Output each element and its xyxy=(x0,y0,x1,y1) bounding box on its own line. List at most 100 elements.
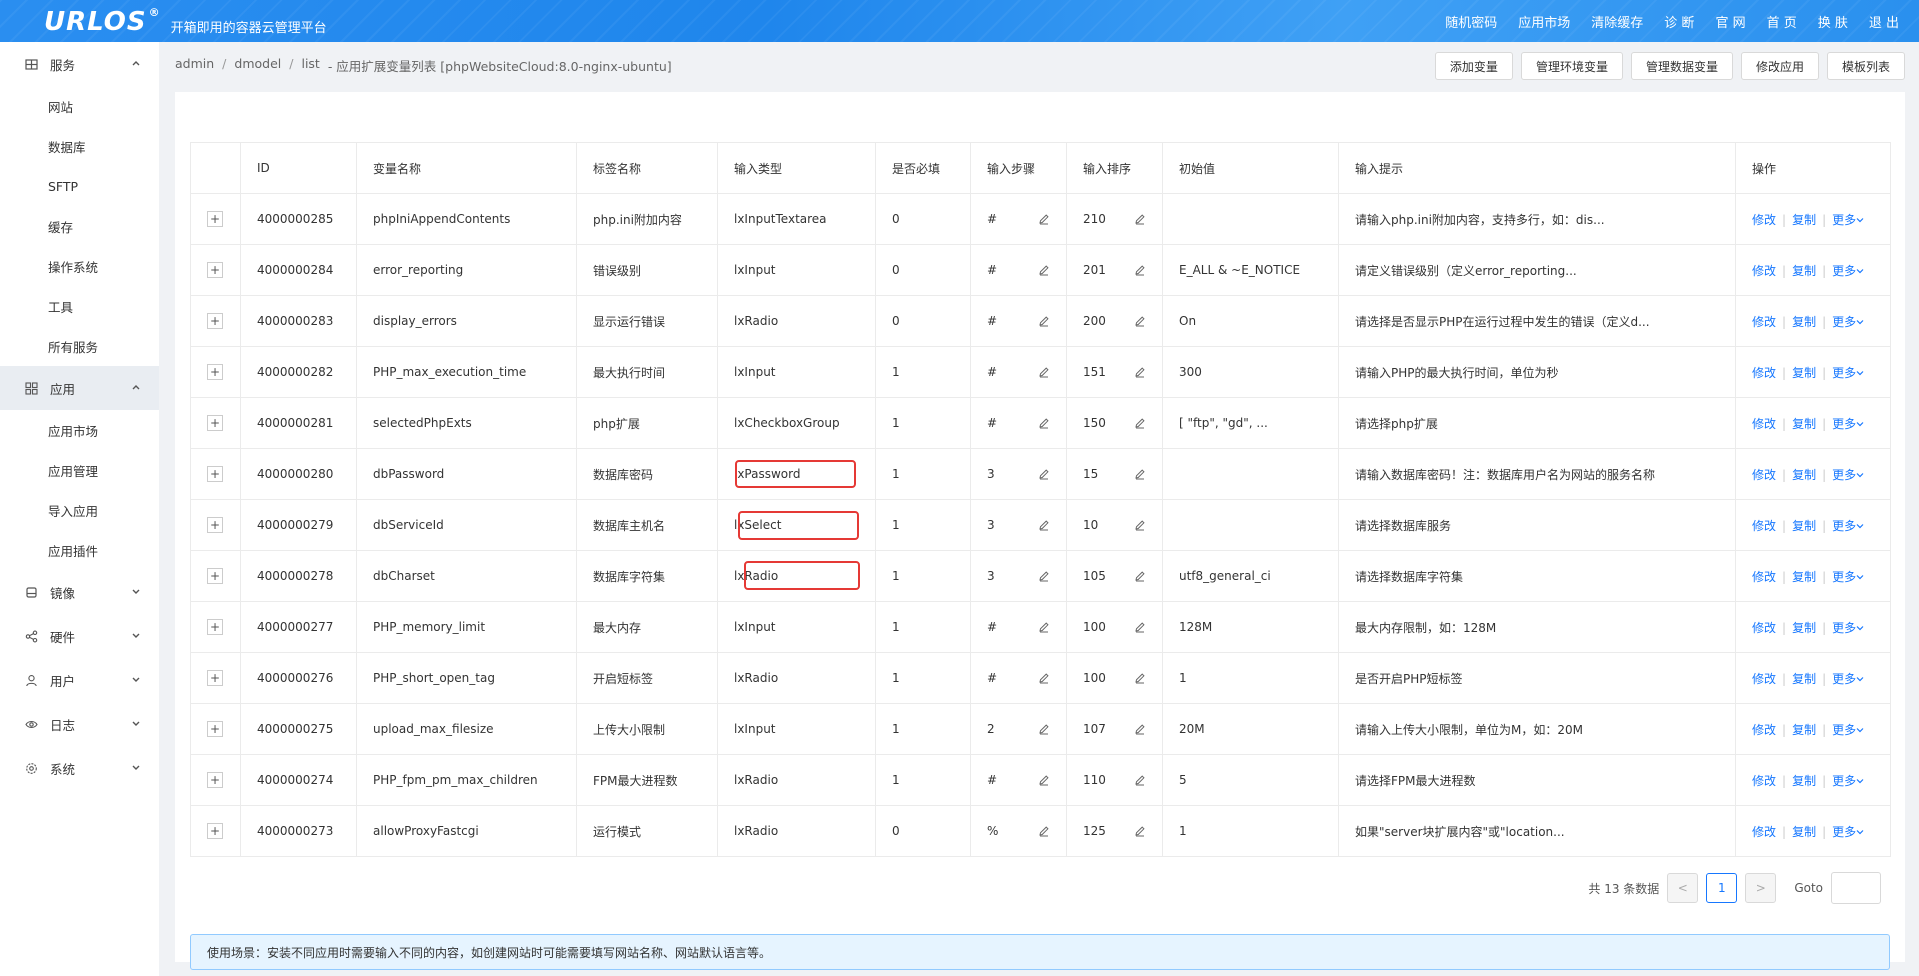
edit-link[interactable]: 修改 xyxy=(1752,825,1776,839)
more-dropdown[interactable]: 更多 xyxy=(1832,519,1864,533)
copy-link[interactable]: 复制 xyxy=(1792,825,1816,839)
sidebar-item-sftp[interactable]: SFTP xyxy=(0,166,159,206)
edit-pencil-icon[interactable] xyxy=(1134,774,1146,786)
expand-row-button[interactable]: + xyxy=(207,823,223,839)
more-dropdown[interactable]: 更多 xyxy=(1832,723,1864,737)
edit-pencil-icon[interactable] xyxy=(1134,315,1146,327)
page-button-1[interactable]: 1 xyxy=(1706,873,1738,903)
expand-row-button[interactable]: + xyxy=(207,313,223,329)
copy-link[interactable]: 复制 xyxy=(1792,570,1816,584)
edit-pencil-icon[interactable] xyxy=(1134,213,1146,225)
edit-pencil-icon[interactable] xyxy=(1134,417,1146,429)
sidebar-item-app-plugin[interactable]: 应用插件 xyxy=(0,530,159,570)
urlos-logo[interactable]: URLOS ® xyxy=(44,6,161,37)
nav-home[interactable]: 首 页 xyxy=(1767,12,1797,31)
edit-pencil-icon[interactable] xyxy=(1134,621,1146,633)
goto-page-input[interactable] xyxy=(1831,872,1881,904)
sidebar-item-os[interactable]: 操作系统 xyxy=(0,246,159,286)
next-page-button[interactable]: > xyxy=(1745,873,1777,903)
edit-pencil-icon[interactable] xyxy=(1134,366,1146,378)
expand-row-button[interactable]: + xyxy=(207,670,223,686)
more-dropdown[interactable]: 更多 xyxy=(1832,825,1864,839)
sidebar-group-services[interactable]: 服务 xyxy=(0,42,159,86)
edit-pencil-icon[interactable] xyxy=(1038,723,1050,735)
sidebar-group-hardware[interactable]: 硬件 xyxy=(0,614,159,658)
nav-diagnose[interactable]: 诊 断 xyxy=(1664,12,1694,31)
sidebar-item-database[interactable]: 数据库 xyxy=(0,126,159,166)
copy-link[interactable]: 复制 xyxy=(1792,468,1816,482)
sidebar-item-website[interactable]: 网站 xyxy=(0,86,159,126)
edit-pencil-icon[interactable] xyxy=(1134,264,1146,276)
more-dropdown[interactable]: 更多 xyxy=(1832,366,1864,380)
more-dropdown[interactable]: 更多 xyxy=(1832,621,1864,635)
more-dropdown[interactable]: 更多 xyxy=(1832,315,1864,329)
sidebar-item-all-services[interactable]: 所有服务 xyxy=(0,326,159,366)
edit-pencil-icon[interactable] xyxy=(1038,213,1050,225)
copy-link[interactable]: 复制 xyxy=(1792,672,1816,686)
more-dropdown[interactable]: 更多 xyxy=(1832,672,1864,686)
expand-row-button[interactable]: + xyxy=(207,466,223,482)
edit-pencil-icon[interactable] xyxy=(1038,366,1050,378)
copy-link[interactable]: 复制 xyxy=(1792,621,1816,635)
edit-pencil-icon[interactable] xyxy=(1038,519,1050,531)
edit-link[interactable]: 修改 xyxy=(1752,672,1776,686)
sidebar-item-cache[interactable]: 缓存 xyxy=(0,206,159,246)
expand-row-button[interactable]: + xyxy=(207,211,223,227)
breadcrumb-admin[interactable]: admin xyxy=(175,56,214,75)
edit-link[interactable]: 修改 xyxy=(1752,468,1776,482)
edit-link[interactable]: 修改 xyxy=(1752,621,1776,635)
expand-row-button[interactable]: + xyxy=(207,772,223,788)
copy-link[interactable]: 复制 xyxy=(1792,213,1816,227)
edit-pencil-icon[interactable] xyxy=(1134,672,1146,684)
sidebar-item-import-app[interactable]: 导入应用 xyxy=(0,490,159,530)
add-variable-button[interactable]: 添加变量 xyxy=(1434,52,1513,80)
more-dropdown[interactable]: 更多 xyxy=(1832,468,1864,482)
sidebar-item-app-market[interactable]: 应用市场 xyxy=(0,410,159,450)
sidebar-group-logs[interactable]: 日志 xyxy=(0,702,159,746)
sidebar-group-apps[interactable]: 应用 xyxy=(0,366,159,410)
copy-link[interactable]: 复制 xyxy=(1792,519,1816,533)
edit-link[interactable]: 修改 xyxy=(1752,570,1776,584)
copy-link[interactable]: 复制 xyxy=(1792,723,1816,737)
copy-link[interactable]: 复制 xyxy=(1792,417,1816,431)
more-dropdown[interactable]: 更多 xyxy=(1832,213,1864,227)
edit-link[interactable]: 修改 xyxy=(1752,417,1776,431)
more-dropdown[interactable]: 更多 xyxy=(1832,774,1864,788)
sidebar-item-app-manage[interactable]: 应用管理 xyxy=(0,450,159,490)
manage-data-variables-button[interactable]: 管理数据变量 xyxy=(1630,52,1733,80)
expand-row-button[interactable]: + xyxy=(207,568,223,584)
edit-pencil-icon[interactable] xyxy=(1038,468,1050,480)
nav-official-site[interactable]: 官 网 xyxy=(1715,12,1745,31)
edit-pencil-icon[interactable] xyxy=(1134,825,1146,837)
edit-pencil-icon[interactable] xyxy=(1038,825,1050,837)
nav-logout[interactable]: 退 出 xyxy=(1869,12,1899,31)
expand-row-button[interactable]: + xyxy=(207,721,223,737)
copy-link[interactable]: 复制 xyxy=(1792,315,1816,329)
more-dropdown[interactable]: 更多 xyxy=(1832,417,1864,431)
breadcrumb-dmodel[interactable]: dmodel xyxy=(234,56,281,75)
edit-link[interactable]: 修改 xyxy=(1752,264,1776,278)
edit-pencil-icon[interactable] xyxy=(1038,417,1050,429)
expand-row-button[interactable]: + xyxy=(207,364,223,380)
expand-row-button[interactable]: + xyxy=(207,619,223,635)
edit-pencil-icon[interactable] xyxy=(1134,519,1146,531)
manage-env-variables-button[interactable]: 管理环境变量 xyxy=(1520,52,1623,80)
nav-clear-cache[interactable]: 清除缓存 xyxy=(1591,12,1643,31)
sidebar-group-images[interactable]: 镜像 xyxy=(0,570,159,614)
edit-app-button[interactable]: 修改应用 xyxy=(1740,52,1819,80)
prev-page-button[interactable]: < xyxy=(1667,873,1699,903)
more-dropdown[interactable]: 更多 xyxy=(1832,264,1864,278)
sidebar-group-users[interactable]: 用户 xyxy=(0,658,159,702)
edit-link[interactable]: 修改 xyxy=(1752,723,1776,737)
more-dropdown[interactable]: 更多 xyxy=(1832,570,1864,584)
template-list-button[interactable]: 模板列表 xyxy=(1826,52,1905,80)
edit-pencil-icon[interactable] xyxy=(1134,468,1146,480)
nav-random-password[interactable]: 随机密码 xyxy=(1445,12,1497,31)
nav-skin[interactable]: 换 肤 xyxy=(1818,12,1848,31)
edit-link[interactable]: 修改 xyxy=(1752,366,1776,380)
edit-link[interactable]: 修改 xyxy=(1752,213,1776,227)
sidebar-item-tools[interactable]: 工具 xyxy=(0,286,159,326)
sidebar-group-system[interactable]: 系统 xyxy=(0,746,159,790)
copy-link[interactable]: 复制 xyxy=(1792,264,1816,278)
expand-row-button[interactable]: + xyxy=(207,415,223,431)
